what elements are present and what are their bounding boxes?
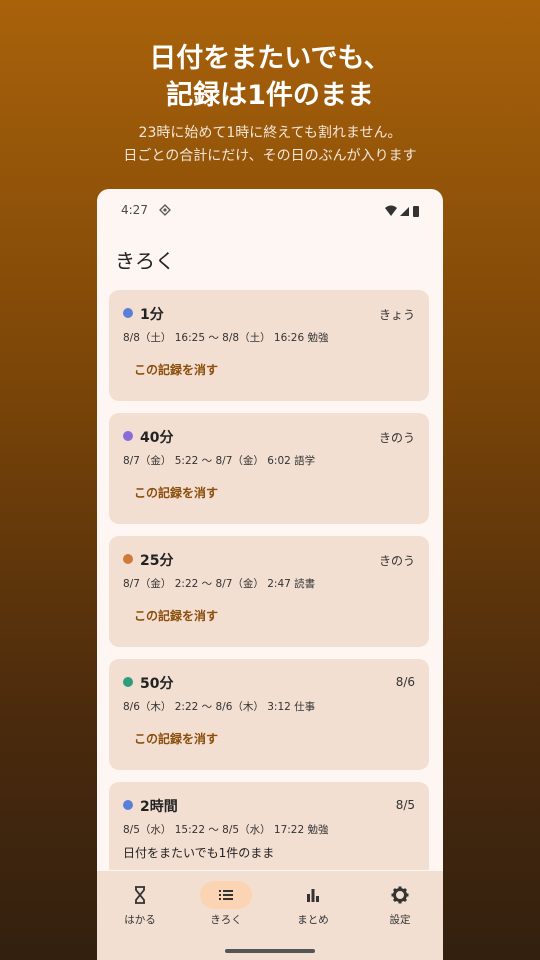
- record-card[interactable]: 1分 きょう 8/8（土） 16:25 〜 8/8（土） 16:26 勉強 この…: [109, 290, 429, 401]
- record-card[interactable]: 25分 きのう 8/7（金） 2:22 〜 8/7（金） 2:47 読書 この記…: [109, 536, 429, 647]
- wifi-icon: [385, 205, 397, 216]
- category-dot: [123, 554, 133, 564]
- hourglass-icon: [135, 886, 145, 904]
- nfc-icon: [159, 204, 171, 216]
- page-title: きろく: [115, 249, 175, 273]
- promo-subtitle-line1: 23時に始めて1時に終えても割れません。: [138, 125, 402, 141]
- record-duration: 1分: [140, 307, 164, 323]
- battery-icon: [413, 206, 419, 217]
- delete-record-button[interactable]: この記録を消す: [134, 484, 218, 501]
- bar-chart-icon: [307, 889, 319, 902]
- record-range: 8/5（水） 15:22 〜 8/5（水） 17:22 勉強: [123, 824, 329, 836]
- record-day: 8/6: [395, 675, 415, 689]
- record-duration: 25分: [140, 553, 174, 569]
- home-indicator[interactable]: [225, 949, 315, 953]
- status-icons: [385, 205, 419, 217]
- delete-record-button[interactable]: この記録を消す: [134, 607, 218, 624]
- record-range: 8/7（金） 5:22 〜 8/7（金） 6:02 語学: [123, 455, 316, 467]
- nav-item-summary[interactable]: まとめ: [270, 881, 356, 931]
- nav-label: きろく: [210, 914, 242, 926]
- gear-icon: [391, 886, 409, 904]
- record-day: きょう: [378, 308, 415, 322]
- record-range: 8/7（金） 2:22 〜 8/7（金） 2:47 読書: [123, 578, 316, 590]
- record-day: 8/5: [395, 798, 415, 812]
- category-dot: [123, 308, 133, 318]
- nav-item-records[interactable]: きろく: [183, 881, 269, 931]
- promo-subtitle: 23時に始めて1時に終えても割れません。 日ごとの合計にだけ、その日のぶんが入り…: [0, 122, 540, 168]
- record-range: 8/8（土） 16:25 〜 8/8（土） 16:26 勉強: [123, 332, 329, 344]
- nav-label: はかる: [124, 914, 156, 926]
- nav-label: まとめ: [297, 914, 329, 926]
- category-dot: [123, 431, 133, 441]
- signal-icon: [400, 207, 409, 216]
- promo-title-line1: 日付をまたいでも、: [149, 43, 391, 74]
- category-dot: [123, 677, 133, 687]
- status-bar: 4:27: [121, 203, 419, 219]
- delete-record-button[interactable]: この記録を消す: [134, 730, 218, 747]
- promo-title-line2: 記録は1件のまま: [166, 80, 374, 111]
- list-icon: [219, 890, 233, 900]
- record-day: きのう: [378, 431, 415, 445]
- record-duration: 2時間: [140, 799, 178, 815]
- record-duration: 50分: [140, 676, 174, 692]
- nav-item-timer[interactable]: はかる: [97, 881, 183, 931]
- promo-subtitle-line2: 日ごとの合計にだけ、その日のぶんが入ります: [123, 148, 417, 164]
- promo-title: 日付をまたいでも、 記録は1件のまま: [0, 40, 540, 114]
- record-card[interactable]: 50分 8/6 8/6（木） 2:22 〜 8/6（木） 3:12 仕事 この記…: [109, 659, 429, 770]
- record-note: 日付をまたいでも1件のまま: [123, 846, 275, 860]
- record-list[interactable]: 1分 きょう 8/8（土） 16:25 〜 8/8（土） 16:26 勉強 この…: [109, 290, 431, 870]
- record-range: 8/6（木） 2:22 〜 8/6（木） 3:12 仕事: [123, 701, 316, 713]
- status-time: 4:27: [121, 203, 148, 217]
- bottom-navigation: はかる きろく まとめ 設定: [97, 871, 443, 960]
- phone-screen: 4:27 きろく 1分 きょう 8/8（土） 16:25 〜 8/8（土） 16…: [97, 189, 443, 960]
- delete-record-button[interactable]: この記録を消す: [134, 361, 218, 378]
- record-card[interactable]: 40分 きのう 8/7（金） 5:22 〜 8/7（金） 6:02 語学 この記…: [109, 413, 429, 524]
- nav-item-settings[interactable]: 設定: [357, 881, 443, 931]
- record-day: きのう: [378, 554, 415, 568]
- nav-label: 設定: [389, 914, 411, 926]
- record-duration: 40分: [140, 430, 174, 446]
- record-card[interactable]: 2時間 8/5 8/5（水） 15:22 〜 8/5（水） 17:22 勉強 日…: [109, 782, 429, 870]
- category-dot: [123, 800, 133, 810]
